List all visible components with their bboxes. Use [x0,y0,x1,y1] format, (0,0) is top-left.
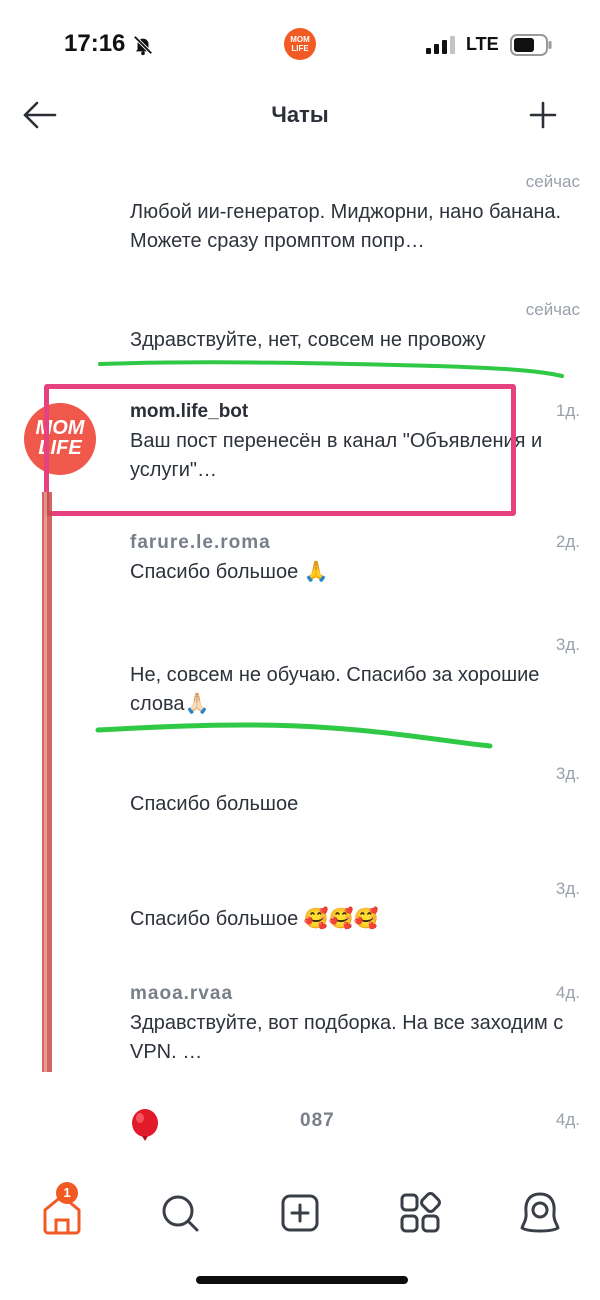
notification-badge: 1 [56,1182,78,1204]
chat-time: сейчас [525,172,580,191]
chat-name: 087 [300,1110,335,1131]
plus-icon[interactable] [528,100,558,130]
avatar: MOM LIFE [24,403,96,475]
chat-time: 4д. [555,983,580,1002]
chat-time: 3д. [555,879,580,898]
page-title: Чаты [271,102,329,127]
chat-preview: Не, совсем не обучаю. Спасибо за хорошие… [130,664,540,715]
home-indicator[interactable] [196,1276,408,1284]
chat-time: сейчас [525,300,580,319]
chat-list-item[interactable]: сейчас Здравствуйте, нет, совсем не пров… [0,300,600,380]
decorative-stripe [42,492,52,1072]
add-post-icon[interactable] [275,1188,325,1238]
categories-icon[interactable] [395,1188,445,1238]
chat-preview: Любой ии-генератор. Миджорни, нано банан… [130,201,562,252]
chat-preview: Здравствуйте, вот подборка. На все заход… [130,1012,564,1063]
app-logo-icon: MOM LIFE [284,28,316,60]
chat-preview: Спасибо большое 🙏 [130,561,329,583]
chat-list-item[interactable]: farure.le.roma 2д. Спасибо большое 🙏 [0,532,600,612]
bell-muted-icon [133,35,153,56]
chat-time: 3д. [555,635,580,654]
chat-time: 3д. [555,764,580,783]
red-heart-balloon-icon [132,1109,158,1141]
header: Чаты [0,90,600,150]
chat-preview: Спасибо большое 🥰🥰🥰 [130,908,379,930]
chat-list-item[interactable]: maoa.rvaa 4д. Здравствуйте, вот подборка… [0,983,600,1093]
chat-list-item[interactable]: сейчас Любой ии-генератор. Миджорни, нан… [0,172,600,282]
battery-icon [510,34,552,56]
search-icon[interactable] [155,1188,205,1238]
signal-icon [426,36,455,54]
chat-list-item[interactable]: MOM LIFE mom.life_bot 1д. Ваш пост перене… [0,401,600,511]
bottom-nav [0,1170,600,1260]
status-time: 17:16 [64,30,126,57]
chat-preview: Спасибо большое [130,793,299,815]
chat-name: mom.life_bot [130,401,249,422]
chat-name: maoa.rvaa [130,983,234,1004]
status-bar: 17:16 MOM LIFE LTE [0,0,600,90]
chat-list-item[interactable]: 3д. Спасибо большое 🥰🥰🥰 [0,879,600,959]
network-label: LTE [466,34,499,54]
chat-name: farure.le.roma [130,532,271,553]
chat-time: 1д. [555,401,580,420]
chat-list-item[interactable]: 3д. Спасибо большое [0,764,600,844]
chat-list: сейчас Любой ии-генератор. Миджорни, нан… [0,160,600,1160]
chat-time: 2д. [555,532,580,551]
chat-preview: Ваш пост перенесён в канал "Объявления и… [130,430,543,481]
chat-list-item[interactable]: 3д. Не, совсем не обучаю. Спасибо за хор… [0,635,600,735]
chat-preview: Здравствуйте, нет, совсем не провожу [130,329,486,351]
chat-list-item[interactable]: 087 4д. [0,1109,600,1160]
chat-time: 4д. [555,1110,580,1129]
profile-icon[interactable] [515,1188,565,1238]
